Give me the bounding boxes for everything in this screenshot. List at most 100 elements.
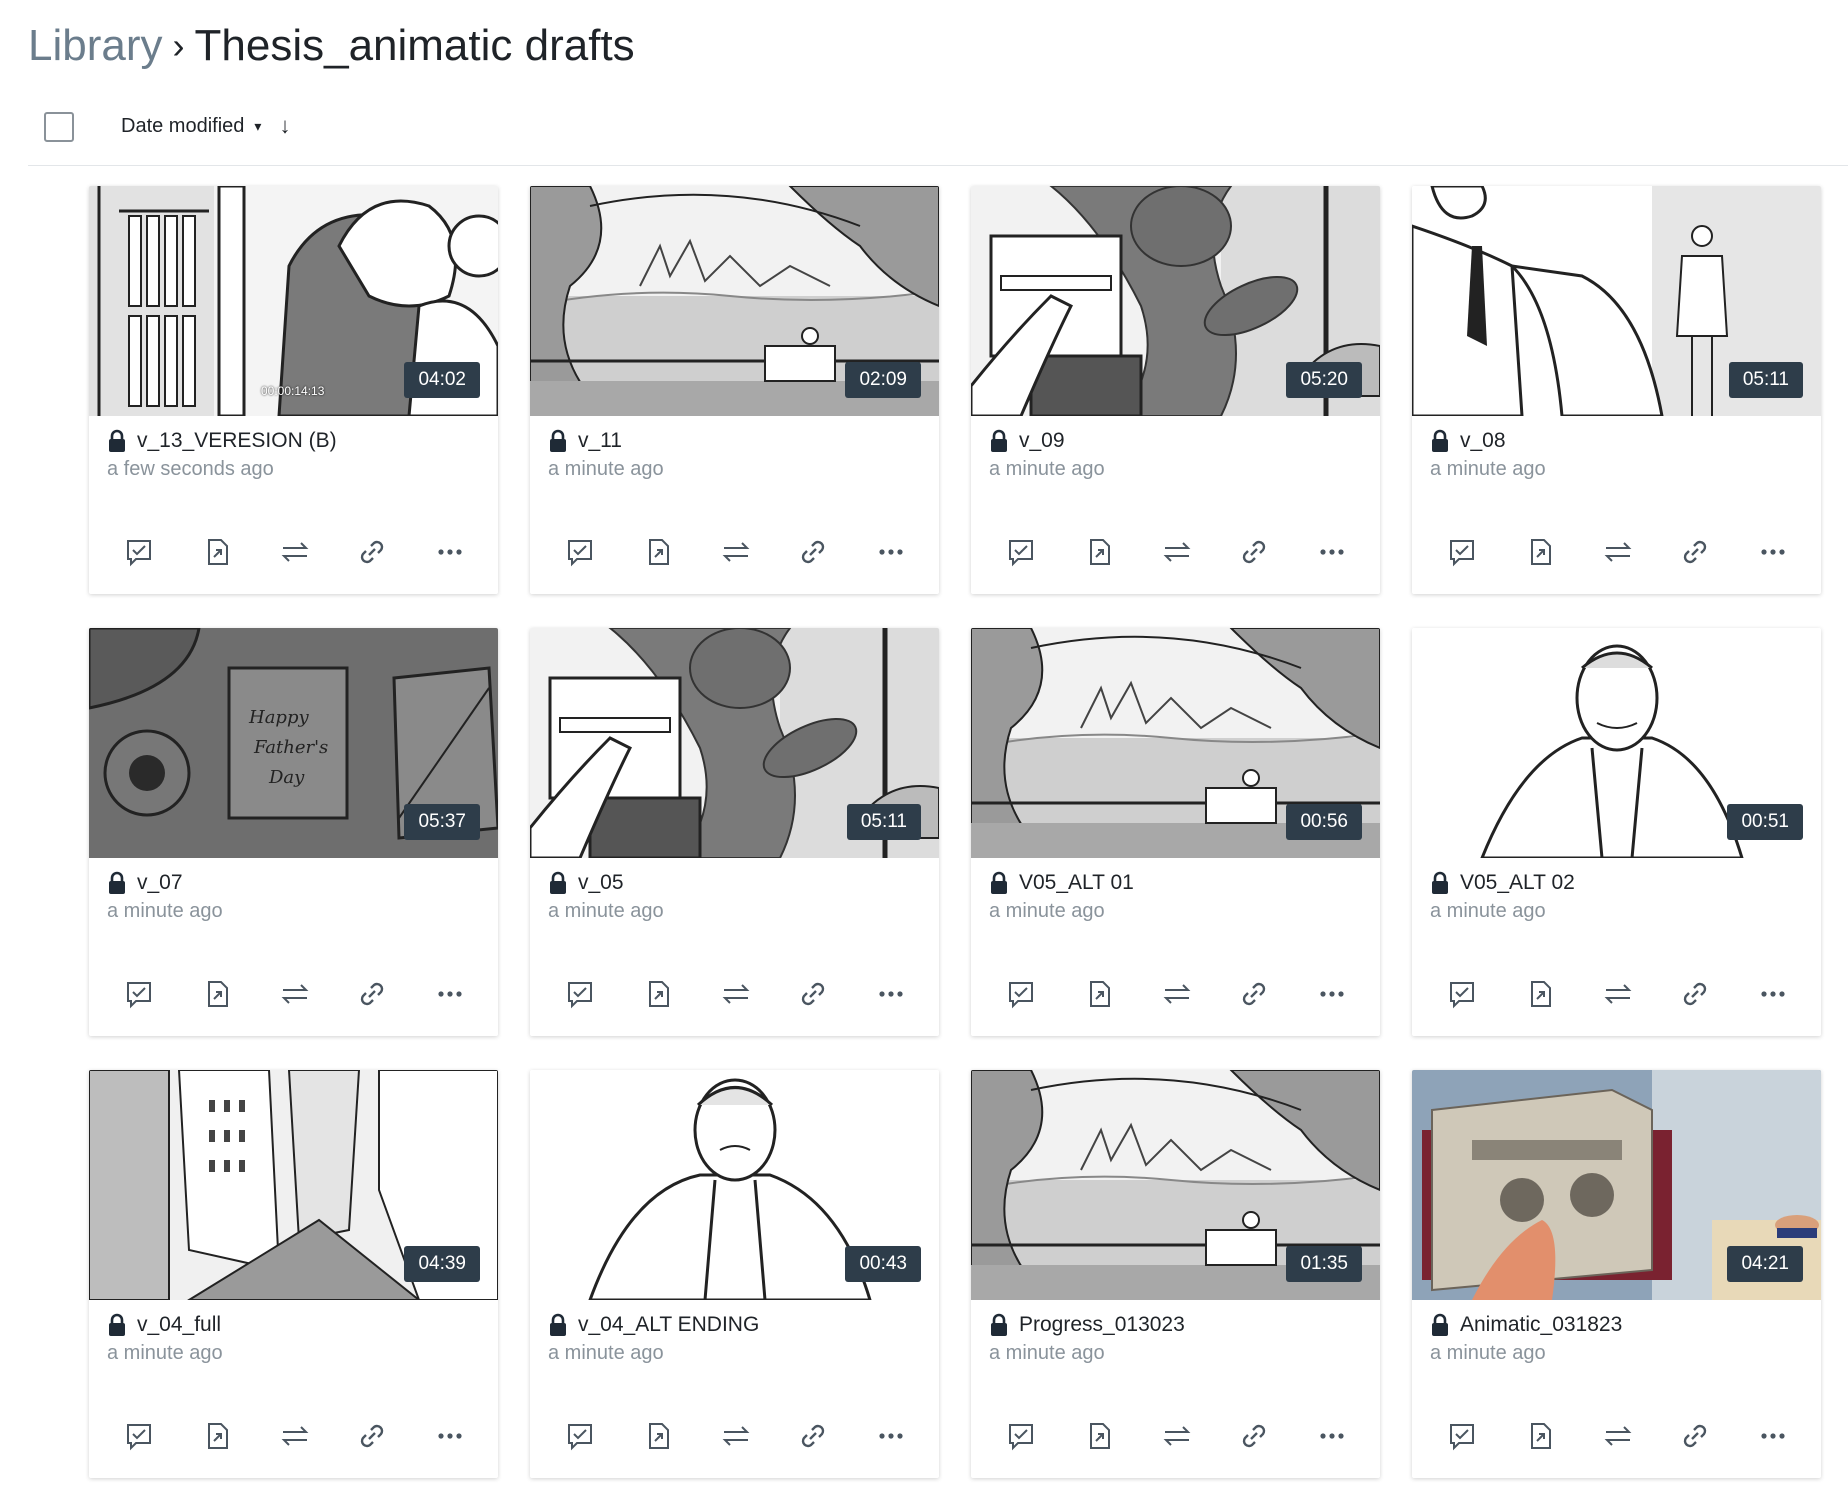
transfer-button[interactable] — [277, 976, 313, 1012]
review-button[interactable] — [1444, 1418, 1480, 1454]
share-link-button[interactable] — [354, 534, 390, 570]
review-button[interactable] — [562, 976, 598, 1012]
asset-card[interactable]: 05:11 v_05 a minute ago — [530, 628, 939, 1036]
thumbnail[interactable]: 05:20 — [971, 186, 1380, 416]
open-button[interactable] — [1081, 534, 1117, 570]
sort-direction-arrow-icon[interactable]: ↓ — [279, 113, 290, 139]
asset-card[interactable]: 04:39 v_04_full a minute ago — [89, 1070, 498, 1478]
open-button[interactable] — [1522, 976, 1558, 1012]
share-link-button[interactable] — [1677, 1418, 1713, 1454]
more-options-button[interactable] — [432, 976, 468, 1012]
share-link-button[interactable] — [1236, 534, 1272, 570]
transfer-button[interactable] — [1600, 534, 1636, 570]
thumbnail[interactable]: Happy Father's Day 05:37 — [89, 628, 498, 858]
asset-card[interactable]: 02:09 v_11 a minute ago — [530, 186, 939, 594]
thumbnail[interactable]: 05:11 — [1412, 186, 1821, 416]
asset-title[interactable]: v_11 — [578, 429, 622, 453]
more-options-button[interactable] — [873, 534, 909, 570]
review-button[interactable] — [121, 976, 157, 1012]
asset-title[interactable]: v_09 — [1019, 429, 1065, 453]
asset-title[interactable]: v_07 — [137, 871, 183, 895]
breadcrumb-library-link[interactable]: Library — [28, 21, 163, 71]
more-options-button[interactable] — [1755, 534, 1791, 570]
open-button[interactable] — [1522, 1418, 1558, 1454]
thumbnail[interactable]: 04:39 — [89, 1070, 498, 1300]
share-link-button[interactable] — [795, 534, 831, 570]
review-button[interactable] — [1003, 1418, 1039, 1454]
open-button[interactable] — [1081, 976, 1117, 1012]
asset-card[interactable]: Happy Father's Day 05:37 v_07 a minute a… — [89, 628, 498, 1036]
more-options-button[interactable] — [1314, 976, 1350, 1012]
thumbnail[interactable]: 01:35 — [971, 1070, 1380, 1300]
more-options-button[interactable] — [1755, 1418, 1791, 1454]
transfer-button[interactable] — [1600, 976, 1636, 1012]
sort-dropdown[interactable]: Date modified ▾ ↓ — [121, 113, 290, 139]
asset-title[interactable]: V05_ALT 02 — [1460, 871, 1575, 895]
share-link-button[interactable] — [1677, 976, 1713, 1012]
more-options-button[interactable] — [873, 976, 909, 1012]
open-button[interactable] — [640, 976, 676, 1012]
asset-card[interactable]: 00:00:14:13 04:02 v_13_VERESION (B) a few… — [89, 186, 498, 594]
thumbnail[interactable]: 00:00:14:13 04:02 — [89, 186, 498, 416]
asset-title[interactable]: Progress_013023 — [1019, 1313, 1185, 1337]
transfer-button[interactable] — [1159, 534, 1195, 570]
review-button[interactable] — [562, 534, 598, 570]
thumbnail[interactable]: 02:09 — [530, 186, 939, 416]
review-button[interactable] — [1444, 976, 1480, 1012]
share-link-button[interactable] — [354, 1418, 390, 1454]
open-button[interactable] — [199, 976, 235, 1012]
share-link-button[interactable] — [354, 976, 390, 1012]
asset-title[interactable]: V05_ALT 01 — [1019, 871, 1134, 895]
open-button[interactable] — [640, 1418, 676, 1454]
asset-card[interactable]: 05:11 v_08 a minute ago — [1412, 186, 1821, 594]
more-options-button[interactable] — [873, 1418, 909, 1454]
asset-title[interactable]: v_05 — [578, 871, 624, 895]
more-options-button[interactable] — [1755, 976, 1791, 1012]
transfer-button[interactable] — [277, 1418, 313, 1454]
open-button[interactable] — [199, 1418, 235, 1454]
transfer-button[interactable] — [718, 976, 754, 1012]
transfer-button[interactable] — [1159, 976, 1195, 1012]
open-button[interactable] — [1081, 1418, 1117, 1454]
thumbnail[interactable]: 04:21 — [1412, 1070, 1821, 1300]
transfer-button[interactable] — [718, 1418, 754, 1454]
transfer-button[interactable] — [718, 534, 754, 570]
more-options-button[interactable] — [432, 534, 468, 570]
asset-title[interactable]: v_04_full — [137, 1313, 221, 1337]
asset-title[interactable]: Animatic_031823 — [1460, 1313, 1622, 1337]
review-button[interactable] — [1003, 976, 1039, 1012]
share-link-button[interactable] — [795, 976, 831, 1012]
asset-title[interactable]: v_04_ALT ENDING — [578, 1313, 759, 1337]
share-link-button[interactable] — [1236, 976, 1272, 1012]
more-options-button[interactable] — [432, 1418, 468, 1454]
share-link-button[interactable] — [1677, 534, 1713, 570]
review-button[interactable] — [121, 534, 157, 570]
asset-card[interactable]: 04:21 Animatic_031823 a minute ago — [1412, 1070, 1821, 1478]
thumbnail[interactable]: 05:11 — [530, 628, 939, 858]
review-button[interactable] — [562, 1418, 598, 1454]
select-all-checkbox[interactable] — [44, 112, 74, 142]
thumbnail[interactable]: 00:51 — [1412, 628, 1821, 858]
more-options-button[interactable] — [1314, 534, 1350, 570]
review-button[interactable] — [1003, 534, 1039, 570]
open-button[interactable] — [1522, 534, 1558, 570]
open-button[interactable] — [640, 534, 676, 570]
open-button[interactable] — [199, 534, 235, 570]
thumbnail[interactable]: 00:43 — [530, 1070, 939, 1300]
share-link-button[interactable] — [1236, 1418, 1272, 1454]
asset-card[interactable]: 05:20 v_09 a minute ago — [971, 186, 1380, 594]
transfer-button[interactable] — [1159, 1418, 1195, 1454]
asset-card[interactable]: 00:51 V05_ALT 02 a minute ago — [1412, 628, 1821, 1036]
transfer-button[interactable] — [277, 534, 313, 570]
transfer-button[interactable] — [1600, 1418, 1636, 1454]
review-button[interactable] — [121, 1418, 157, 1454]
asset-title[interactable]: v_08 — [1460, 429, 1506, 453]
more-options-button[interactable] — [1314, 1418, 1350, 1454]
asset-card[interactable]: 01:35 Progress_013023 a minute ago — [971, 1070, 1380, 1478]
review-button[interactable] — [1444, 534, 1480, 570]
thumbnail[interactable]: 00:56 — [971, 628, 1380, 858]
share-link-button[interactable] — [795, 1418, 831, 1454]
asset-card[interactable]: 00:56 V05_ALT 01 a minute ago — [971, 628, 1380, 1036]
asset-title[interactable]: v_13_VERESION (B) — [137, 429, 337, 453]
asset-card[interactable]: 00:43 v_04_ALT ENDING a minute ago — [530, 1070, 939, 1478]
